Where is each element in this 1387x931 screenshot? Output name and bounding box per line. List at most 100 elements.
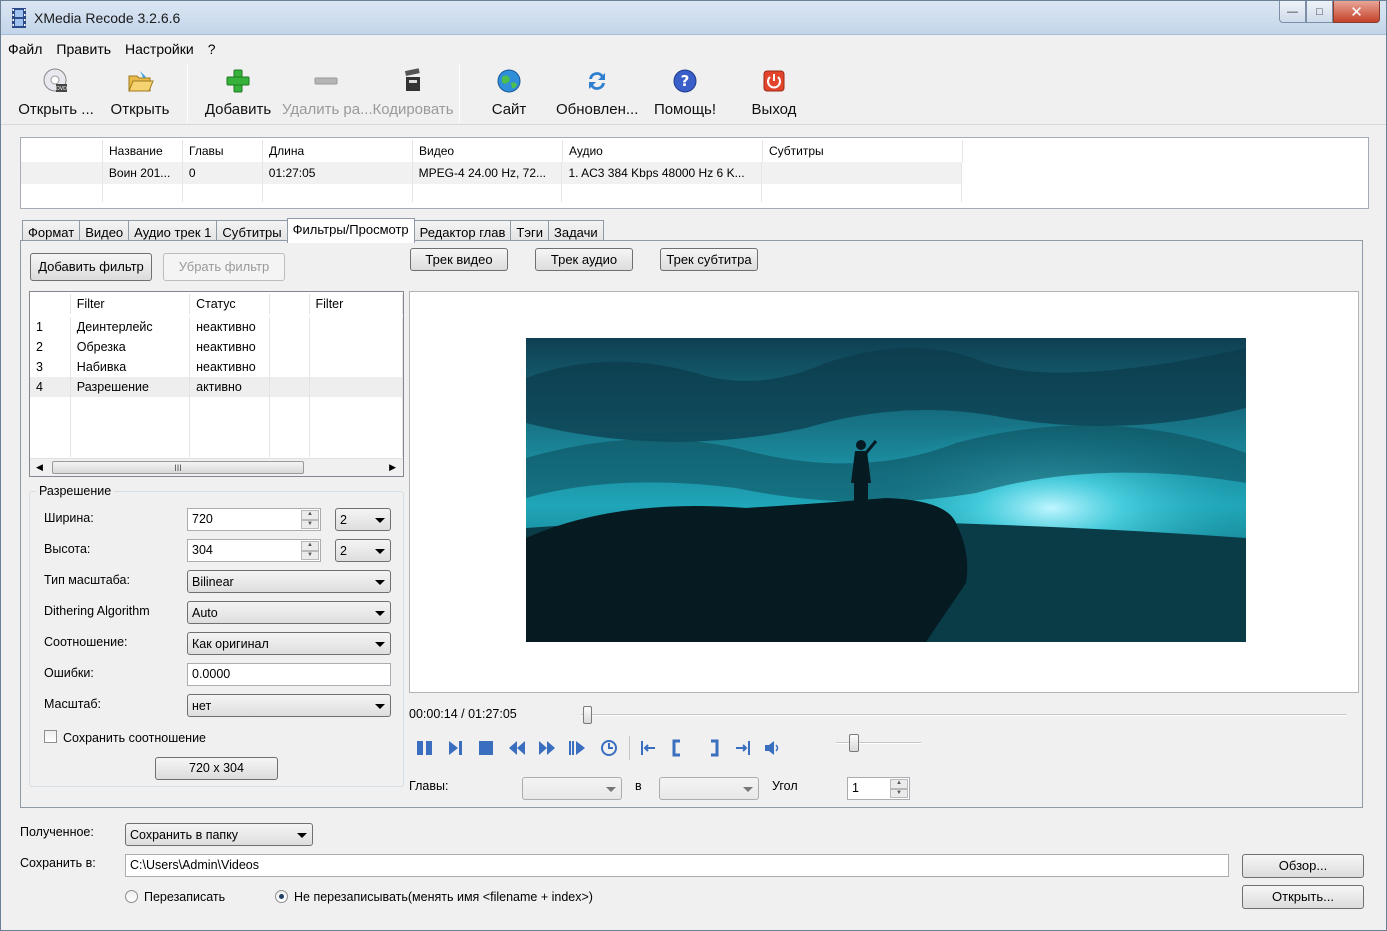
chevron-down-icon — [375, 518, 385, 523]
overwrite-radio[interactable] — [125, 890, 138, 903]
track-video-button[interactable]: Трек видео — [410, 248, 508, 271]
chapter-from-select[interactable] — [522, 777, 622, 800]
width-spinner[interactable]: ▲ ▼ — [301, 510, 319, 529]
title-bar[interactable]: XMedia Recode 3.2.6.6 — □ ✕ — [1, 1, 1386, 35]
scroll-thumb[interactable]: III — [52, 461, 304, 474]
track-audio-button[interactable]: Трек аудио — [535, 248, 633, 271]
height-multiple-select[interactable]: 2 — [335, 539, 391, 562]
tab-audio-track-1[interactable]: Аудио трек 1 — [128, 220, 218, 242]
scroll-right-icon[interactable]: ▶ — [389, 462, 396, 473]
height-multiple-value: 2 — [340, 544, 347, 558]
chapter-to-select[interactable] — [659, 777, 759, 800]
no-overwrite-radio[interactable] — [275, 890, 288, 903]
save-path-field[interactable]: C:\Users\Admin\Videos — [125, 854, 1229, 877]
track-subtitle-button[interactable]: Трек субтитра — [660, 248, 758, 271]
tab-format[interactable]: Формат — [22, 220, 81, 242]
file-list-col-subtitles[interactable]: Субтитры — [763, 140, 963, 162]
menu-edit[interactable]: Править — [49, 38, 118, 60]
menu-help[interactable]: ? — [201, 38, 223, 60]
file-list-col-video[interactable]: Видео — [413, 140, 563, 162]
open-disc-button[interactable]: DVD Открыть ... — [17, 67, 95, 121]
encode-button[interactable]: Кодировать — [371, 67, 455, 121]
go-to-end-mark-icon[interactable] — [733, 738, 753, 758]
angle-spinner[interactable]: ▲ ▼ — [890, 779, 908, 798]
remove-label: Удалить ра... — [282, 101, 373, 118]
height-field[interactable]: 304 ▲ ▼ — [187, 539, 321, 562]
step-forward-icon[interactable] — [446, 738, 466, 758]
seek-bar[interactable] — [581, 714, 1346, 716]
spin-up-icon[interactable]: ▲ — [890, 779, 908, 789]
video-preview[interactable] — [409, 291, 1359, 693]
spin-down-icon[interactable]: ▼ — [301, 519, 319, 529]
spin-up-icon[interactable]: ▲ — [301, 541, 319, 551]
angle-field[interactable]: 1 ▲ ▼ — [847, 777, 910, 800]
height-spinner[interactable]: ▲ ▼ — [301, 541, 319, 560]
filter-list[interactable]: Filter Статус Filter 1 Деинтерлейс неакт… — [29, 291, 404, 477]
keep-ratio-checkbox[interactable] — [44, 730, 57, 743]
volume-icon[interactable] — [763, 738, 783, 758]
horizontal-scrollbar[interactable]: ◀ III ▶ — [30, 458, 403, 476]
browse-button[interactable]: Обзор... — [1242, 854, 1364, 878]
stop-icon[interactable] — [476, 738, 496, 758]
table-row[interactable]: Воин 201... 0 01:27:05 MPEG-4 24.00 Hz, … — [21, 162, 963, 184]
width-field[interactable]: 720 ▲ ▼ — [187, 508, 321, 531]
remove-button[interactable]: Удалить ра... — [282, 67, 373, 121]
remove-filter-button[interactable]: Убрать фильтр — [163, 253, 285, 281]
tab-tags[interactable]: Тэги — [510, 220, 549, 242]
set-start-mark-icon[interactable] — [668, 738, 688, 758]
spin-down-icon[interactable]: ▼ — [301, 550, 319, 560]
filter-col-status[interactable]: Статус — [190, 294, 270, 314]
website-button[interactable]: Сайт — [485, 67, 533, 121]
table-row[interactable]: 2 Обрезка неактивно — [30, 337, 403, 357]
clock-icon[interactable] — [599, 738, 619, 758]
tab-subtitles[interactable]: Субтитры — [216, 220, 288, 242]
go-to-start-mark-icon[interactable] — [638, 738, 658, 758]
open-folder-button[interactable]: Открыть... — [1242, 885, 1364, 909]
fast-forward-icon[interactable] — [537, 738, 557, 758]
filter-col-index[interactable] — [30, 294, 71, 314]
apply-size-button[interactable]: 720 x 304 — [155, 757, 278, 780]
file-list-col-name[interactable]: Название — [103, 140, 183, 162]
filter-col-filter[interactable]: Filter — [71, 294, 191, 314]
exit-button[interactable]: Выход — [748, 67, 800, 121]
maximize-button[interactable]: □ — [1306, 1, 1333, 23]
file-list[interactable]: Название Главы Длина Видео Аудио Субтитр… — [20, 137, 1369, 209]
menu-settings[interactable]: Настройки — [118, 38, 201, 60]
received-select[interactable]: Сохранить в папку — [125, 823, 313, 846]
table-row[interactable]: 3 Набивка неактивно — [30, 357, 403, 377]
menu-file[interactable]: Файл — [1, 38, 49, 60]
scale-type-select[interactable]: Bilinear — [187, 570, 391, 593]
tab-chapter-editor[interactable]: Редактор глав — [413, 220, 512, 242]
table-row-selected[interactable]: 4 Разрешение активно — [30, 377, 403, 397]
rewind-icon[interactable] — [507, 738, 527, 758]
set-end-mark-icon[interactable] — [703, 738, 723, 758]
tab-jobs[interactable]: Задачи — [547, 220, 604, 242]
tab-filters-preview[interactable]: Фильтры/Просмотр — [286, 218, 415, 243]
ratio-select[interactable]: Как оригинал — [187, 632, 391, 655]
file-list-col-audio[interactable]: Аудио — [563, 140, 763, 162]
open-button[interactable]: Открыть — [109, 67, 171, 121]
tab-video[interactable]: Видео — [79, 220, 130, 242]
add-button[interactable]: Добавить — [203, 67, 273, 121]
filter-col-filter-2[interactable]: Filter — [310, 294, 403, 314]
dithering-select[interactable]: Auto — [187, 601, 391, 624]
spin-down-icon[interactable]: ▼ — [890, 788, 908, 798]
filter-col-blank[interactable] — [270, 294, 310, 314]
help-button[interactable]: ? Помощь! — [652, 67, 718, 121]
width-multiple-select[interactable]: 2 — [335, 508, 391, 531]
update-button[interactable]: Обновлен... — [556, 67, 638, 121]
add-filter-button[interactable]: Добавить фильтр — [30, 253, 152, 281]
seek-thumb[interactable] — [583, 706, 593, 724]
spin-up-icon[interactable]: ▲ — [301, 510, 319, 520]
table-row[interactable]: 1 Деинтерлейс неактивно — [30, 317, 403, 337]
scale-select[interactable]: нет — [187, 694, 391, 717]
file-list-col-length[interactable]: Длина — [263, 140, 413, 162]
minimize-button[interactable]: — — [1279, 1, 1306, 23]
file-list-col-chapters[interactable]: Главы — [183, 140, 263, 162]
volume-thumb[interactable] — [849, 734, 859, 752]
pause-icon[interactable] — [415, 738, 435, 758]
next-frame-icon[interactable] — [568, 738, 588, 758]
scroll-left-icon[interactable]: ◀ — [36, 462, 43, 473]
close-button[interactable]: ✕ — [1333, 1, 1380, 23]
errors-field[interactable]: 0.0000 — [187, 663, 391, 686]
